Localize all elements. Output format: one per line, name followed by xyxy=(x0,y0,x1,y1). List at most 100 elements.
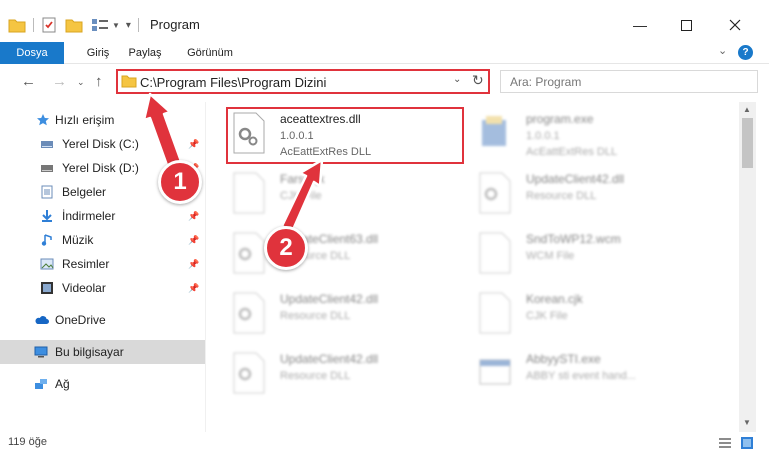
sidebar-item-videos[interactable]: Videolar 📌 xyxy=(0,276,205,300)
view-options-icon[interactable] xyxy=(91,17,109,33)
close-icon xyxy=(729,19,741,31)
network-icon xyxy=(35,379,47,389)
sidebar-item-label: Müzik xyxy=(62,233,94,247)
back-arrow-icon[interactable]: ← xyxy=(21,73,36,90)
dll-file-icon xyxy=(233,352,265,394)
exe-file-icon xyxy=(482,116,506,146)
pin-icon[interactable]: 📌 xyxy=(188,211,199,222)
folder-icon[interactable] xyxy=(8,17,26,33)
sidebar-item-label: OneDrive xyxy=(55,313,106,327)
file-name: UpdateClient42.dll xyxy=(280,352,379,366)
dll-file-icon xyxy=(479,172,511,214)
file-name: UpdateClient42.dll xyxy=(526,172,625,186)
documents-icon xyxy=(41,185,53,199)
vertical-scrollbar[interactable]: ▲ ▼ xyxy=(739,102,756,432)
minimize-button[interactable]: — xyxy=(617,12,663,38)
up-arrow-icon[interactable]: ↑ xyxy=(95,73,103,90)
file-name: AbbyySTI.exe xyxy=(526,352,601,366)
file-type: WCM File xyxy=(526,250,575,262)
computer-icon xyxy=(34,346,48,358)
file-item[interactable]: SndToWP12.wcm WCM File xyxy=(478,230,718,284)
close-button[interactable] xyxy=(712,12,758,38)
file-name: program.exe xyxy=(526,112,594,126)
refresh-icon[interactable]: ↻ xyxy=(472,72,484,89)
customize-toolbar-icon[interactable]: ▾ xyxy=(126,20,131,31)
tab-view[interactable]: Görünüm xyxy=(182,42,238,64)
sidebar-item-onedrive[interactable]: OneDrive xyxy=(0,308,205,332)
star-icon xyxy=(37,114,49,126)
ribbon: Dosya Giriş Paylaş Görünüm ⌄ ? xyxy=(0,42,769,96)
file-name: Korean.cjk xyxy=(526,292,583,306)
maximize-icon xyxy=(680,19,692,31)
cloud-icon xyxy=(35,316,49,324)
new-folder-icon[interactable] xyxy=(65,17,83,33)
sidebar-item-label: Yerel Disk (D:) xyxy=(62,161,139,175)
address-path[interactable]: C:\Program Files\Program Dizini xyxy=(140,75,326,90)
details-view-icon[interactable] xyxy=(718,437,732,449)
sidebar-item-network[interactable]: Ağ xyxy=(0,372,205,396)
drive-icon xyxy=(41,141,53,148)
sidebar-item-this-pc[interactable]: Bu bilgisayar xyxy=(0,340,205,364)
sidebar-item-label: Hızlı erişim xyxy=(55,113,115,127)
file-type: CJK File xyxy=(280,190,322,202)
scroll-down-icon[interactable]: ▼ xyxy=(743,418,751,427)
video-icon xyxy=(41,282,53,294)
sidebar-item-label: Belgeler xyxy=(62,185,107,199)
file-item[interactable]: UpdateClient42.dll Resource DLL xyxy=(232,350,472,404)
highlight-box xyxy=(226,107,464,164)
sidebar-item-label: Yerel Disk (C:) xyxy=(62,137,139,151)
maximize-button[interactable] xyxy=(663,12,709,38)
pin-icon[interactable]: 📌 xyxy=(188,139,199,150)
sidebar-item-local-disk-c[interactable]: Yerel Disk (C:) 📌 xyxy=(0,132,205,156)
sidebar-item-label: Ağ xyxy=(55,377,70,391)
large-icons-view-icon[interactable] xyxy=(740,436,754,450)
sidebar-item-pictures[interactable]: Resimler 📌 xyxy=(0,252,205,276)
document-icon xyxy=(479,292,511,334)
file-item[interactable]: Korean.cjk CJK File xyxy=(478,290,718,344)
file-type: Resource DLL xyxy=(280,310,351,322)
file-type: CJK File xyxy=(526,310,568,322)
sidebar-item-label: Bu bilgisayar xyxy=(55,345,124,359)
sidebar-item-label: Videolar xyxy=(62,281,106,295)
recent-locations-icon[interactable]: ⌄ xyxy=(77,77,85,88)
file-item[interactable]: Farsi.cjk CJK File xyxy=(232,170,472,224)
sidebar-item-label: İndirmeler xyxy=(62,209,116,223)
navigation-pane: Hızlı erişim Yerel Disk (C:) 📌 Yerel Dis… xyxy=(0,102,205,432)
file-type: Resource DLL xyxy=(280,370,351,382)
status-bar: 119 öğe xyxy=(0,432,769,469)
file-type: ABBY sti event hand... xyxy=(526,370,636,382)
download-icon xyxy=(42,210,52,222)
expand-ribbon-icon[interactable]: ⌄ xyxy=(718,44,727,57)
quick-access-toolbar: ▼ ▾ xyxy=(8,16,146,34)
sidebar-item-quick-access[interactable]: Hızlı erişim xyxy=(0,108,205,132)
dll-file-icon xyxy=(233,232,265,274)
file-name: SndToWP12.wcm xyxy=(526,232,621,246)
sidebar-item-music[interactable]: Müzik 📌 xyxy=(0,228,205,252)
file-item[interactable]: UpdateClient42.dll Resource DLL xyxy=(478,170,718,224)
folder-icon xyxy=(121,75,137,88)
file-item[interactable]: program.exe 1.0.0.1 AcEattExtRes DLL xyxy=(478,110,718,164)
tab-share[interactable]: Paylaş xyxy=(122,42,168,64)
music-icon xyxy=(41,234,52,246)
sidebar-item-label: Resimler xyxy=(62,257,110,271)
separator xyxy=(33,18,34,32)
pictures-icon xyxy=(40,258,54,270)
sidebar-item-downloads[interactable]: İndirmeler 📌 xyxy=(0,204,205,228)
tab-home[interactable]: Giriş xyxy=(78,42,118,64)
forward-arrow-icon[interactable]: → xyxy=(52,73,67,90)
file-version: 1.0.0.1 xyxy=(526,130,560,142)
scroll-up-icon[interactable]: ▲ xyxy=(743,105,751,114)
minimize-icon: — xyxy=(633,17,647,33)
pin-icon[interactable]: 📌 xyxy=(188,283,199,294)
help-icon[interactable]: ? xyxy=(738,45,753,60)
properties-icon[interactable] xyxy=(41,17,57,33)
dropdown-icon[interactable]: ▼ xyxy=(112,21,120,30)
address-dropdown-icon[interactable]: ⌄ xyxy=(453,74,461,85)
file-item[interactable]: AbbyySTI.exe ABBY sti event hand... xyxy=(478,350,718,404)
window-title: Program xyxy=(150,17,200,32)
drive-icon xyxy=(41,165,53,172)
pin-icon[interactable]: 📌 xyxy=(188,259,199,270)
pin-icon[interactable]: 📌 xyxy=(188,235,199,246)
scrollbar-thumb[interactable] xyxy=(742,118,753,168)
file-item[interactable]: UpdateClient42.dll Resource DLL xyxy=(232,290,472,344)
